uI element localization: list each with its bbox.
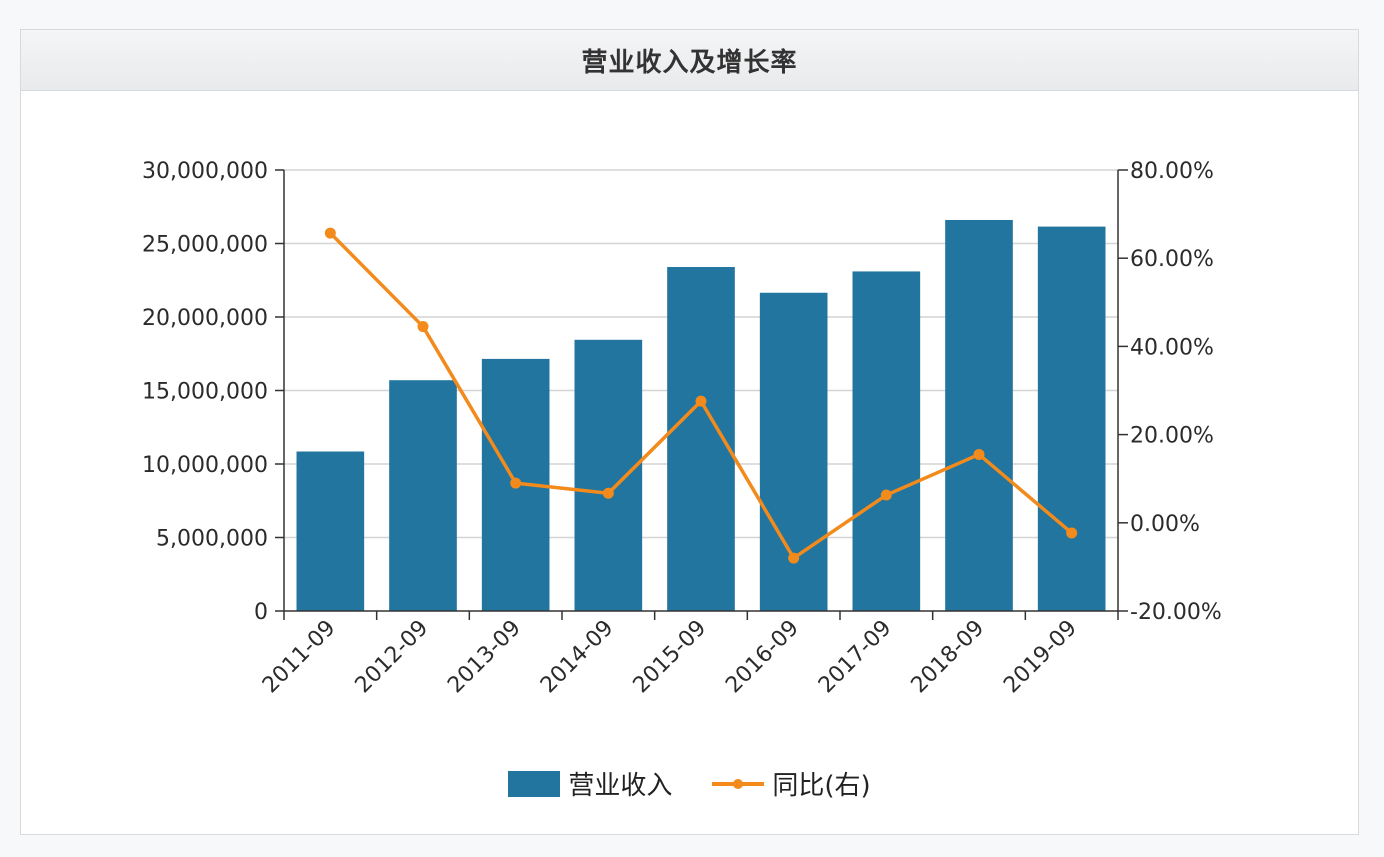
revenue-bar bbox=[1037, 226, 1106, 611]
x-tick-label: 2013-09 bbox=[443, 616, 526, 699]
x-tick-label: 2017-09 bbox=[814, 616, 897, 699]
growth-point bbox=[510, 477, 522, 489]
revenue-bar bbox=[945, 219, 1013, 612]
x-tick-label: 2019-09 bbox=[999, 616, 1082, 699]
legend-swatch-line-icon bbox=[712, 771, 765, 797]
left-tick-label: 10,000,000 bbox=[142, 453, 268, 478]
left-tick-label: 30,000,000 bbox=[142, 159, 268, 184]
left-tick-label: 25,000,000 bbox=[142, 233, 268, 258]
left-tick-label: 5,000,000 bbox=[156, 527, 268, 552]
panel-header: 营业收入及增长率 bbox=[21, 30, 1358, 91]
x-tick-label: 2016-09 bbox=[721, 616, 804, 699]
right-tick-label: 60.00% bbox=[1130, 247, 1214, 272]
left-tick-label: 15,000,000 bbox=[142, 380, 268, 405]
growth-point bbox=[324, 227, 336, 239]
growth-point bbox=[973, 448, 985, 460]
right-tick-label: 40.00% bbox=[1130, 335, 1214, 360]
growth-point bbox=[417, 321, 429, 333]
revenue-bar bbox=[574, 339, 643, 611]
left-tick-label: 0 bbox=[254, 600, 268, 625]
combo-chart: 0 5,000,000 10,000,000 15,000,000 20,000,000… bbox=[142, 159, 1222, 699]
legend-item-growth[interactable]: 同比(右) bbox=[712, 765, 871, 802]
growth-point bbox=[602, 487, 614, 499]
chart-panel: 营业收入及增长率 0 5,000,000 10,000,000 15,000,000 2… bbox=[20, 29, 1359, 835]
growth-point bbox=[880, 489, 892, 501]
revenue-bar bbox=[296, 451, 365, 611]
revenue-bar bbox=[389, 380, 457, 611]
legend-item-revenue[interactable]: 营业收入 bbox=[508, 765, 672, 802]
legend-label-growth: 同比(右) bbox=[772, 771, 871, 801]
revenue-bars bbox=[296, 219, 1106, 612]
growth-point bbox=[1066, 527, 1078, 539]
right-tick-label: 20.00% bbox=[1130, 424, 1214, 449]
growth-point bbox=[695, 395, 707, 407]
x-tick-label: 2011-09 bbox=[258, 616, 341, 699]
legend-label-revenue: 营业收入 bbox=[568, 771, 673, 801]
x-tick-label: 2014-09 bbox=[536, 616, 619, 699]
x-tick-label: 2018-09 bbox=[907, 616, 990, 699]
left-tick-label: 20,000,000 bbox=[142, 306, 268, 331]
chart-legend: 营业收入 同比(右) bbox=[21, 765, 1358, 802]
growth-point bbox=[788, 552, 800, 564]
legend-swatch-bar-icon bbox=[508, 770, 561, 797]
right-tick-label: 0.00% bbox=[1130, 512, 1200, 537]
right-tick-label: -20.00% bbox=[1130, 600, 1222, 625]
x-tick-label: 2012-09 bbox=[351, 616, 434, 699]
right-tick-label: 80.00% bbox=[1130, 159, 1214, 184]
x-tick-label: 2015-09 bbox=[629, 616, 712, 699]
chart-title: 营业收入及增长率 bbox=[581, 47, 798, 78]
revenue-bar bbox=[852, 271, 921, 611]
